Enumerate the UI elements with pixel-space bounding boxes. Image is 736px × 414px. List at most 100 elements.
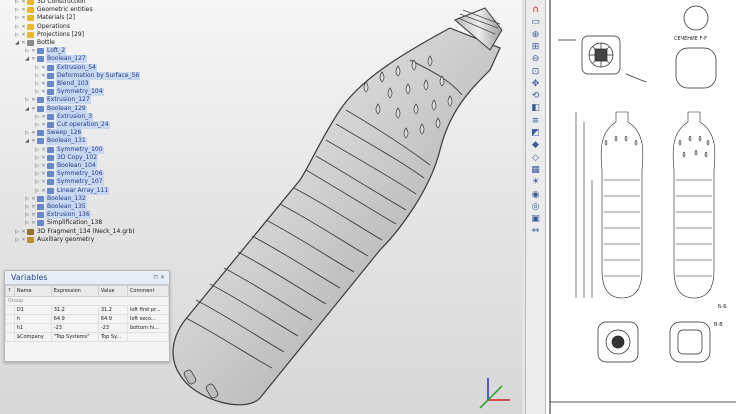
variables-table[interactable]: ? Name Expression Value Comment Group D1… [5,285,170,342]
variable-comment[interactable] [126,332,170,342]
tree-item[interactable]: ▷ ✕ Extrusion_136 [24,211,91,220]
variable-value[interactable]: 31.2 [97,305,128,315]
visibility-icon[interactable]: ✕ [40,64,47,72]
section-icon[interactable]: ◩ [529,127,542,139]
visibility-icon[interactable]: ✕ [20,228,27,236]
material-icon[interactable]: ◉ [529,189,542,201]
camera-icon[interactable]: ◎ [529,201,542,213]
visibility-icon[interactable]: ✕ [40,187,47,195]
col-comment[interactable]: Comment [126,285,170,297]
tree-item[interactable]: ▷ ✕ Extrusion_3 [34,112,94,121]
light-icon[interactable]: ☀ [529,176,542,188]
tree-item[interactable]: ▷ ✕ 3D Copy_102 [34,153,99,162]
tree-item[interactable]: ▷ ✕ Symmetry_107 [34,178,104,187]
tree-item[interactable]: ▷ ✕ Symmetry_104 [34,88,104,97]
layers-icon[interactable]: ≡ [529,115,542,127]
variable-name[interactable]: h [13,314,52,324]
zoom-in-icon[interactable]: ⊕ [529,29,542,41]
hidden-icon[interactable]: ▦ [529,164,542,176]
pan-icon[interactable]: ✥ [529,78,542,90]
visibility-icon[interactable]: ✕ [40,80,47,88]
variable-flag[interactable] [5,305,15,315]
variable-row[interactable]: D1 31.2 31.2 loft first pr... [5,305,170,315]
3d-viewport[interactable]: ▷ ✕ 3D Construction ▷ ✕ Geometric entities ▷ ✕ M… [0,0,522,414]
tree-item[interactable]: ▷ ✕ Simplification_138 [24,219,103,227]
tree-item[interactable]: ▷ ✕ Sweep_126 [24,129,83,138]
variables-panel[interactable]: Variables ⊓ ✕ ? Name Expression Value Co… [4,270,170,362]
tree-item[interactable]: ▷ ✕ Materials [2] [14,14,76,22]
render-icon[interactable]: ▣ [529,213,542,225]
variable-comment[interactable]: loft first pr... [126,305,170,315]
variable-flag[interactable] [5,323,15,333]
visibility-icon[interactable]: ✕ [20,0,27,6]
visibility-icon[interactable]: ✕ [40,154,47,162]
rotate-icon[interactable]: ⟲ [529,90,542,102]
variable-expr[interactable]: 64.9 [50,314,99,324]
col-name[interactable]: Name [13,285,52,297]
tree-item[interactable]: ▷ ✕ Cut operation_24 [34,121,110,129]
visibility-icon[interactable]: ✕ [20,31,27,39]
visibility-icon[interactable]: ✕ [40,170,47,178]
visibility-icon[interactable]: ✕ [40,162,47,170]
visibility-icon[interactable]: ✕ [30,96,37,104]
measure-icon[interactable]: ⇔ [529,225,542,237]
tree-item[interactable]: ▷ ✕ Auxiliary geometry [14,236,95,244]
visibility-icon[interactable]: ✕ [30,129,37,137]
variable-expr[interactable]: -23 [50,323,99,333]
variable-value[interactable]: 64.9 [97,314,128,324]
view-icon[interactable]: ◧ [529,102,542,114]
visibility-icon[interactable]: ✕ [30,203,37,211]
tree-item[interactable]: ▷ ✕ Blend_103 [34,80,90,88]
visibility-icon[interactable]: ✕ [20,6,27,14]
variable-name[interactable]: h1 [13,323,52,333]
variable-row[interactable]: h 64.9 64.9 loft seco... [5,314,170,324]
visibility-icon[interactable]: ✕ [30,55,37,63]
visibility-icon[interactable]: ✕ [40,113,47,121]
tree-item[interactable]: ◢ ✕ Boolean_129 [24,104,87,113]
visibility-icon[interactable]: ✕ [20,23,27,31]
tree-item[interactable]: ▷ ✕ Operations [14,23,71,31]
tree-item[interactable]: ▷ ✕ Geometric entities [14,6,94,14]
tree-item[interactable]: ▷ ✕ Extrusion_54 [34,63,97,72]
visibility-icon[interactable]: ✕ [30,105,37,113]
visibility-icon[interactable]: ✕ [40,88,47,96]
variable-name[interactable]: D1 [13,305,52,315]
variable-flag[interactable] [5,332,15,342]
group-row[interactable]: Group [5,296,169,306]
tree-item[interactable]: ▷ ✕ Extrusion_127 [24,96,91,105]
tree-item[interactable]: ▷ ✕ 3D Fragment_134 (Neck_14.grb) [14,228,136,236]
variable-value[interactable]: Top Sy... [97,332,128,342]
tree-item[interactable]: ▷ ✕ Symmetry_100 [34,145,104,154]
zoom-window-icon[interactable]: ⊞ [529,41,542,53]
tree-item[interactable]: ▷ ✕ Deformation by Surface_56 [34,71,141,80]
tree-item[interactable]: ▷ ✕ Boolean_104 [34,162,97,170]
visibility-icon[interactable]: ✕ [30,195,37,203]
variable-expr[interactable]: 31.2 [50,305,99,315]
visibility-icon[interactable]: ✕ [40,72,47,80]
tree-item[interactable]: ▷ ✕ Projections [29] [14,31,85,39]
variable-row[interactable]: $Company "Top Systems" Top Sy... [5,332,170,342]
tree-item[interactable]: ▷ ✕ Loft_2 [24,47,67,56]
tree-item[interactable]: ◢ ✕ Boolean_127 [24,55,87,64]
tree-item[interactable]: ◢ ✕ Bottle [14,39,56,47]
variable-expr[interactable]: "Top Systems" [50,332,99,342]
visibility-icon[interactable]: ✕ [20,14,27,22]
visibility-icon[interactable]: ✕ [40,121,47,129]
wire-icon[interactable]: ◇ [529,152,542,164]
tree-item[interactable]: ▷ ✕ Boolean_135 [24,203,87,211]
drawing-sheet[interactable]: СЕЧЕНИЕ F-F Б-Б В-В [546,0,736,414]
col-flag[interactable]: ? [5,285,15,297]
visibility-icon[interactable]: ✕ [40,178,47,186]
variable-comment[interactable]: bottom hi... [126,323,170,333]
bottle-model[interactable] [150,0,522,414]
tree-item[interactable]: ◢ ✕ Boolean_131 [24,137,87,146]
zoom-all-icon[interactable]: ⊡ [529,66,542,78]
variable-row[interactable]: h1 -23 -23 bottom hi... [5,323,170,333]
variable-comment[interactable]: loft seco... [126,314,170,324]
visibility-icon[interactable]: ✕ [30,219,37,227]
tree-item[interactable]: ▷ ✕ Symmetry_106 [34,170,104,179]
visibility-icon[interactable]: ✕ [30,47,37,55]
select-icon[interactable]: ▭ [529,16,542,28]
variable-name[interactable]: $Company [13,332,52,342]
tree-item[interactable]: ▷ ✕ Boolean_132 [24,194,87,203]
